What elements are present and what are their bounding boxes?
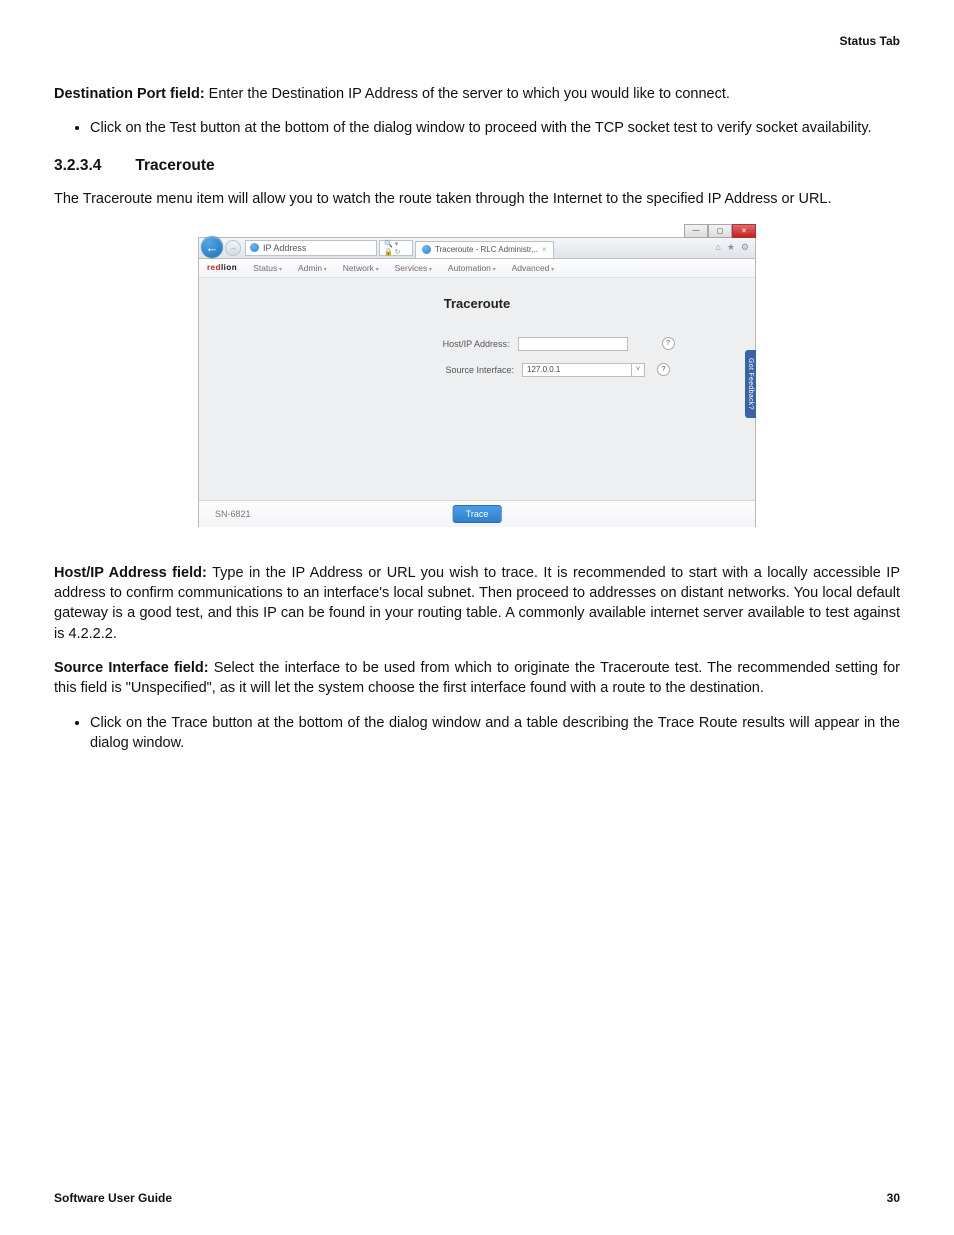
window-close-button[interactable]: ✕	[732, 224, 756, 238]
browser-back-button[interactable]: ←	[201, 236, 223, 258]
browser-tab[interactable]: Traceroute - RLC Administr... ×	[415, 241, 554, 258]
nav-status[interactable]: Status	[253, 263, 282, 273]
nav-network[interactable]: Network	[343, 263, 379, 273]
address-bar[interactable]: IP Address	[245, 240, 377, 256]
dest-port-paragraph: Destination Port field: Enter the Destin…	[54, 84, 900, 104]
nav-admin[interactable]: Admin	[298, 263, 327, 273]
arrow-right-icon: →	[229, 243, 237, 252]
host-field-bold: Host/IP Address field:	[54, 565, 207, 581]
nav-advanced[interactable]: Advanced	[512, 263, 555, 273]
content-title: Traceroute	[209, 296, 745, 311]
model-label: SN-6821	[215, 509, 251, 519]
tab-close-icon[interactable]: ×	[542, 245, 547, 254]
home-icon[interactable]: ⌂	[715, 242, 720, 253]
trace-button[interactable]: Trace	[453, 505, 502, 523]
nav-services[interactable]: Services	[395, 263, 432, 273]
source-interface-select[interactable]: ˅	[522, 363, 645, 377]
star-icon[interactable]: ★	[727, 242, 735, 253]
section-title: Traceroute	[135, 157, 214, 175]
nav-automation[interactable]: Automation	[448, 263, 496, 273]
host-field-paragraph: Host/IP Address field: Type in the IP Ad…	[54, 563, 900, 644]
host-ip-input[interactable]	[518, 337, 628, 351]
section-lead: The Traceroute menu item will allow you …	[54, 189, 900, 209]
source-interface-value[interactable]	[522, 363, 632, 377]
footer-left: Software User Guide	[54, 1191, 172, 1205]
section-heading: 3.2.3.4 Traceroute	[54, 157, 900, 175]
src-field-paragraph: Source Interface field: Select the inter…	[54, 658, 900, 699]
source-interface-label: Source Interface:	[284, 365, 514, 375]
section-number: 3.2.3.4	[54, 157, 101, 175]
page-header-tab: Status Tab	[54, 34, 900, 48]
gear-icon[interactable]: ⚙	[741, 242, 749, 253]
src-field-bold: Source Interface field:	[54, 660, 209, 676]
dest-port-text: Enter the Destination IP Address of the …	[205, 86, 730, 102]
browser-forward-button[interactable]: →	[225, 240, 241, 256]
help-icon[interactable]: ?	[657, 363, 670, 376]
address-tools[interactable]: 🔍 ▾ 🔒 ↻	[379, 240, 413, 256]
help-icon[interactable]: ?	[662, 337, 675, 350]
host-ip-label: Host/IP Address:	[280, 339, 510, 349]
window-minimize-button[interactable]: —	[684, 224, 708, 238]
app-navbar: redlion Status Admin Network Services Au…	[199, 259, 755, 278]
arrow-left-icon: ←	[206, 240, 219, 255]
chevron-down-icon[interactable]: ˅	[632, 363, 645, 377]
ie-icon	[250, 243, 259, 252]
address-text: IP Address	[263, 243, 306, 253]
feedback-tab[interactable]: Got Feedback?	[745, 350, 756, 418]
window-maximize-button[interactable]: ▢	[708, 224, 732, 238]
browser-chrome: ← → IP Address 🔍 ▾ 🔒 ↻ Traceroute - RLC …	[199, 238, 755, 259]
redlion-logo: redlion	[207, 263, 237, 272]
bullet-trace-button: Click on the Trace button at the bottom …	[90, 713, 900, 754]
bullet-test-button: Click on the Test button at the bottom o…	[90, 118, 900, 138]
ie-icon	[422, 245, 431, 254]
app-footer: SN-6821 Trace	[199, 500, 755, 527]
tab-title: Traceroute - RLC Administr...	[435, 245, 538, 254]
footer-page-number: 30	[887, 1191, 900, 1205]
dest-port-bold: Destination Port field:	[54, 86, 205, 102]
app-content: Traceroute Host/IP Address: ? Source Int…	[199, 278, 755, 500]
screenshot: — ▢ ✕ ← → IP Address 🔍 ▾ 🔒 ↻	[198, 237, 756, 527]
